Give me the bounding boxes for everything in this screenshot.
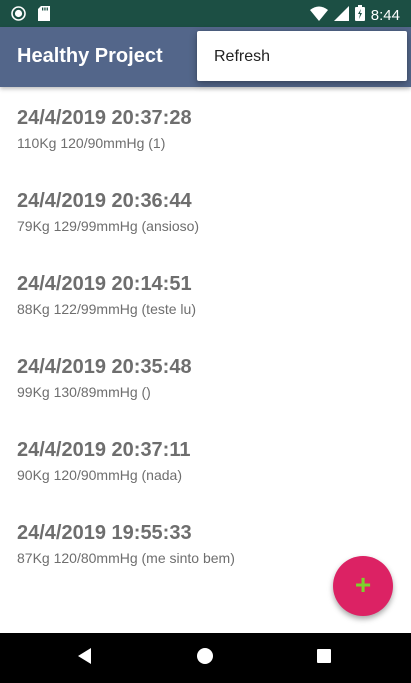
home-icon: [196, 647, 214, 670]
record-detail: 110Kg 120/90mmHg (1): [17, 135, 166, 151]
back-icon: [76, 647, 94, 670]
plus-icon: +: [354, 569, 372, 600]
status-time: 8:44: [370, 6, 400, 24]
recents-icon: [316, 648, 332, 669]
back-button[interactable]: [72, 645, 98, 671]
list-item[interactable]: 24/4/2019 20:36:44 79Kg 129/99mmHg (ansi…: [0, 170, 411, 253]
battery-icon: [354, 5, 365, 25]
status-right-icons: 8:44: [309, 5, 400, 25]
list-item[interactable]: 24/4/2019 20:35:48 99Kg 130/89mmHg (): [0, 336, 411, 419]
menu-item-refresh[interactable]: Refresh: [197, 31, 407, 81]
navigation-bar: [0, 633, 411, 683]
record-date: 24/4/2019 20:36:44: [17, 190, 192, 212]
record-date: 24/4/2019 20:14:51: [17, 273, 192, 295]
status-left-icons: [11, 6, 50, 26]
record-date: 24/4/2019 19:55:33: [17, 522, 192, 544]
record-date: 24/4/2019 20:37:28: [17, 107, 192, 129]
list-item[interactable]: 24/4/2019 20:37:11 90Kg 120/90mmHg (nada…: [0, 419, 411, 502]
app-title: Healthy Project: [17, 45, 163, 67]
wifi-icon: [309, 6, 328, 25]
record-detail: 99Kg 130/89mmHg (): [17, 384, 151, 400]
sd-card-icon: [38, 6, 50, 26]
record-detail: 90Kg 120/90mmHg (nada): [17, 467, 182, 483]
record-detail: 87Kg 120/80mmHg (me sinto bem): [17, 550, 235, 566]
recents-button[interactable]: [311, 645, 337, 671]
list-item[interactable]: 24/4/2019 20:14:51 88Kg 122/99mmHg (test…: [0, 253, 411, 336]
menu-item-label: Refresh: [214, 48, 271, 65]
add-record-button[interactable]: +: [333, 556, 393, 616]
cell-signal-icon: [333, 5, 349, 25]
notification-circle-icon: [11, 6, 26, 26]
home-button[interactable]: [192, 645, 218, 671]
status-bar: 8:44: [0, 0, 411, 27]
record-date: 24/4/2019 20:37:11: [17, 439, 191, 461]
record-detail: 88Kg 122/99mmHg (teste lu): [17, 301, 196, 317]
list-item[interactable]: 24/4/2019 20:37:28 110Kg 120/90mmHg (1): [0, 87, 411, 170]
records-list[interactable]: 24/4/2019 20:37:28 110Kg 120/90mmHg (1) …: [0, 87, 411, 585]
record-detail: 79Kg 129/99mmHg (ansioso): [17, 218, 200, 234]
record-date: 24/4/2019 20:35:48: [17, 356, 192, 378]
